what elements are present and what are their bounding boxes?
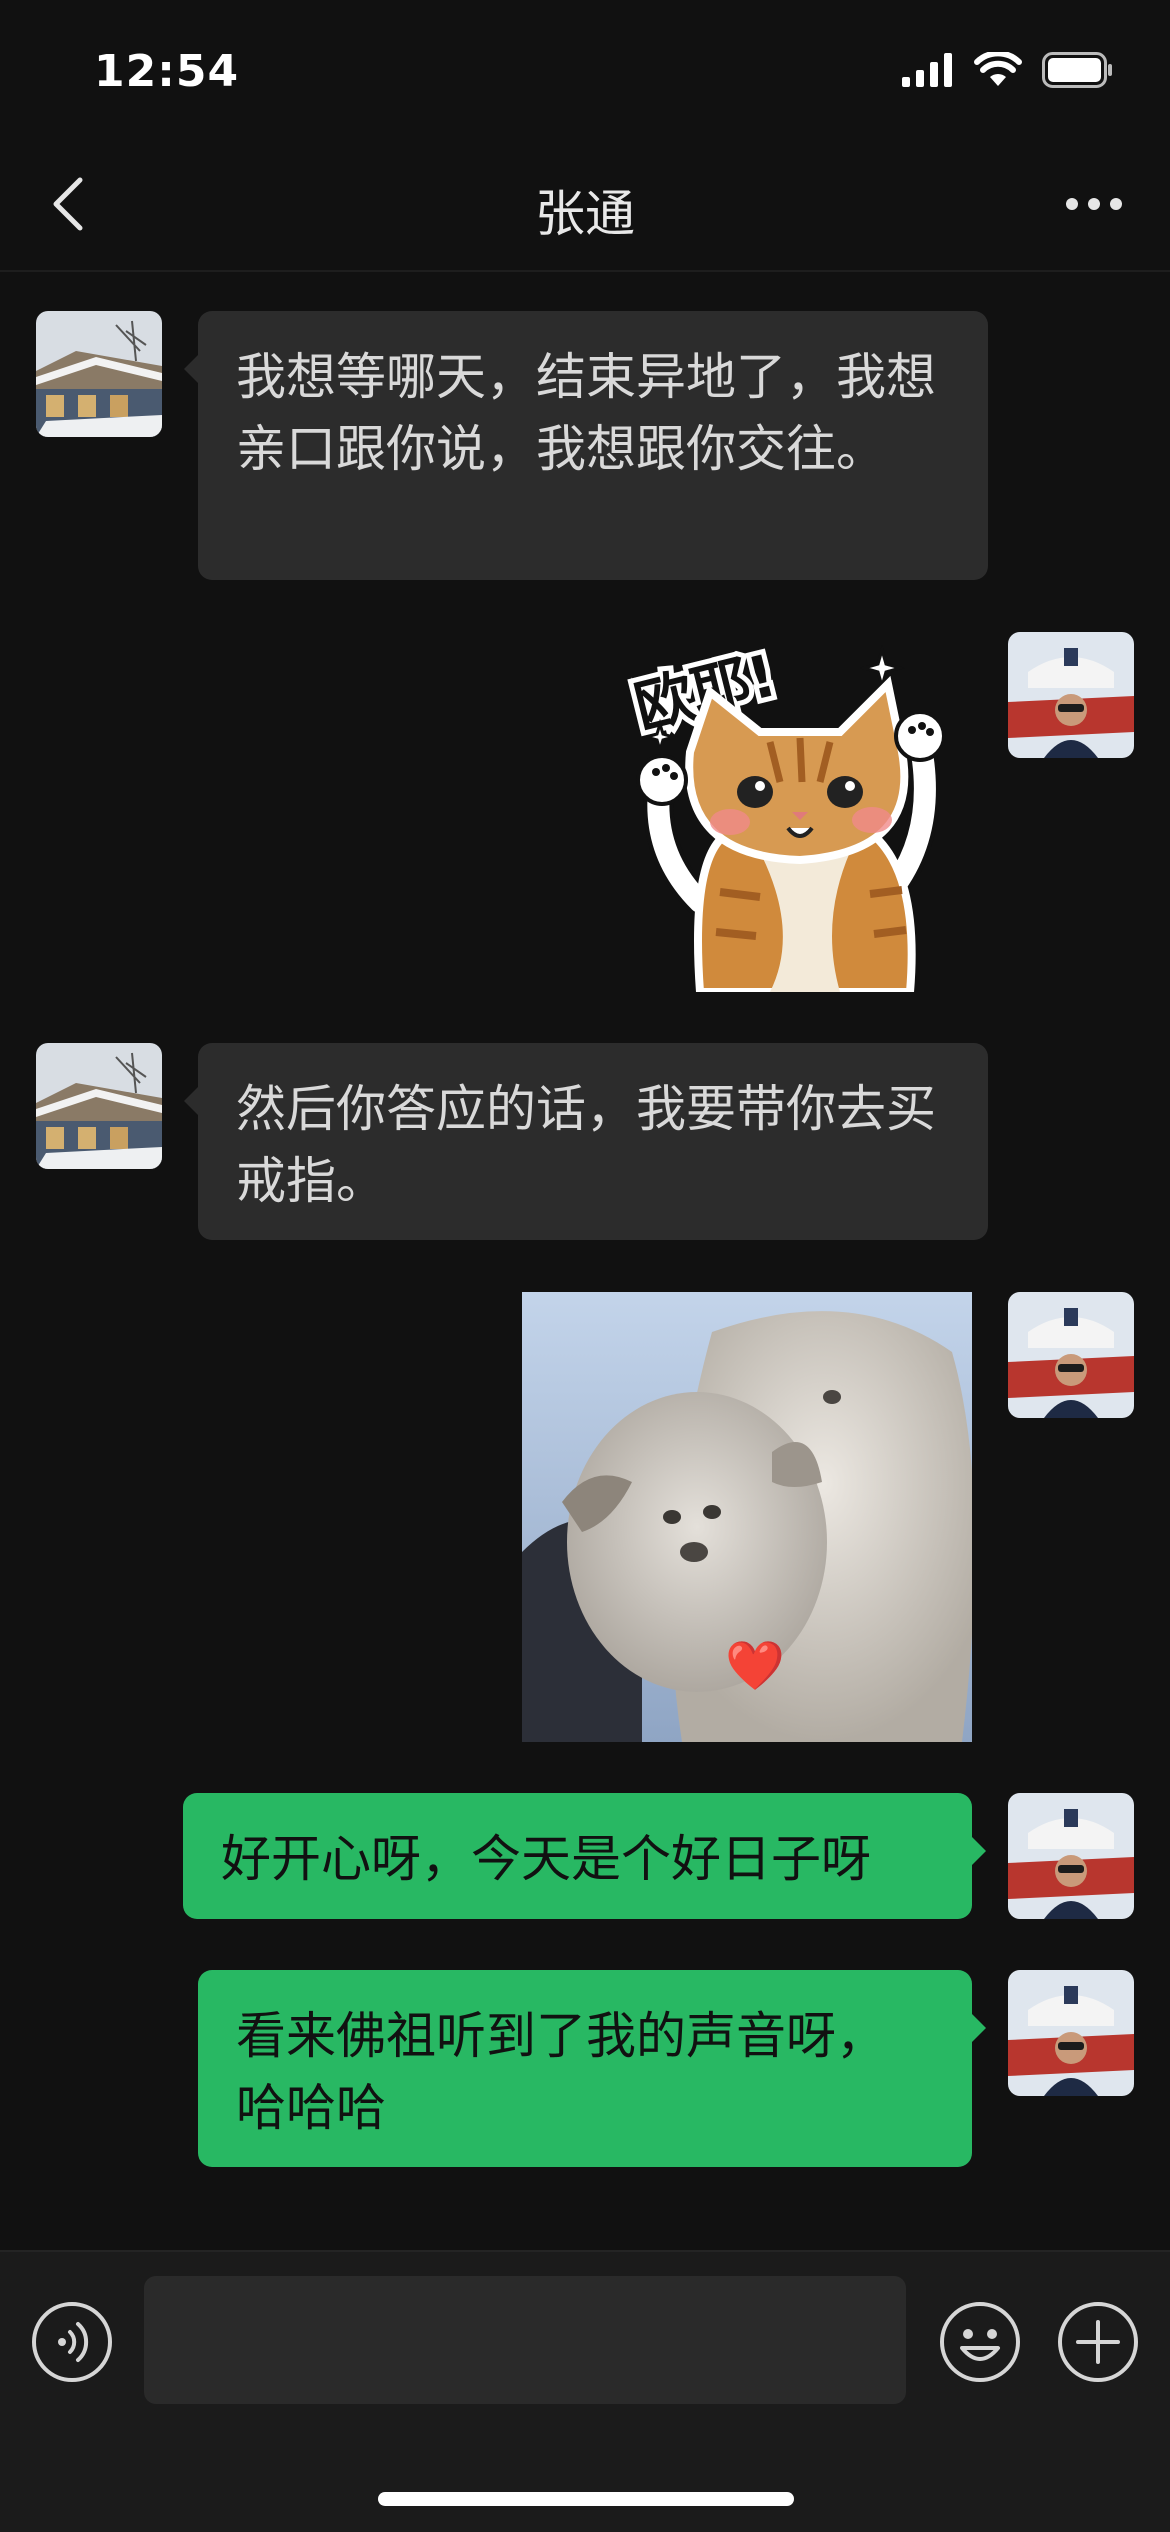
cat-sticker[interactable]: 欧耶! [620, 632, 950, 996]
heart-overlay: ❤️ [725, 1638, 785, 1694]
message-input[interactable] [144, 2276, 906, 2404]
my-avatar[interactable] [1008, 1793, 1134, 1919]
emoji-icon[interactable] [938, 2300, 1022, 2384]
input-bar [0, 2250, 1170, 2532]
message-bubble-incoming[interactable]: 我想等哪天，结束异地了，我想亲口跟你说，我想跟你交往。 [184, 311, 988, 580]
battery-icon [1042, 52, 1114, 92]
signal-icon [902, 53, 954, 91]
plus-icon[interactable] [1056, 2300, 1140, 2384]
message-text: 看来佛祖听到了我的声音呀，哈哈哈 [236, 2007, 886, 2137]
home-indicator[interactable] [378, 2492, 794, 2506]
contact-avatar[interactable] [36, 1043, 162, 1169]
my-avatar[interactable] [1008, 1970, 1134, 2096]
contact-avatar[interactable] [36, 311, 162, 437]
message-bubble-incoming[interactable]: 然后你答应的话，我要带你去买戒指。 [184, 1043, 988, 1240]
dogs-photo[interactable]: ❤️ [522, 1292, 972, 1742]
message-bubble-outgoing[interactable]: 看来佛祖听到了我的声音呀，哈哈哈 [198, 1970, 986, 2167]
message-text: 好开心呀，今天是个好日子呀 [221, 1830, 871, 1888]
my-avatar[interactable] [1008, 1292, 1134, 1418]
message-bubble-outgoing[interactable]: 好开心呀，今天是个好日子呀 [183, 1793, 986, 1919]
message-text: 我想等哪天，结束异地了，我想亲口跟你说，我想跟你交往。 [236, 348, 936, 478]
status-time: 12:54 [94, 46, 240, 97]
my-avatar[interactable] [1008, 632, 1134, 758]
wifi-icon [974, 50, 1022, 92]
message-text: 然后你答应的话，我要带你去买戒指。 [236, 1080, 936, 1210]
chat-screen: 12:54 张通 我想等哪天，结束异地了，我想亲口跟你说，我想跟你交往。 欧耶!… [0, 0, 1170, 2532]
more-dots-icon[interactable] [1054, 176, 1134, 232]
voice-icon[interactable] [30, 2300, 114, 2384]
chat-title: 张通 [535, 185, 635, 243]
status-icons [902, 50, 1114, 92]
nav-bar: 张通 [0, 140, 1170, 272]
status-bar: 12:54 [0, 0, 1170, 140]
